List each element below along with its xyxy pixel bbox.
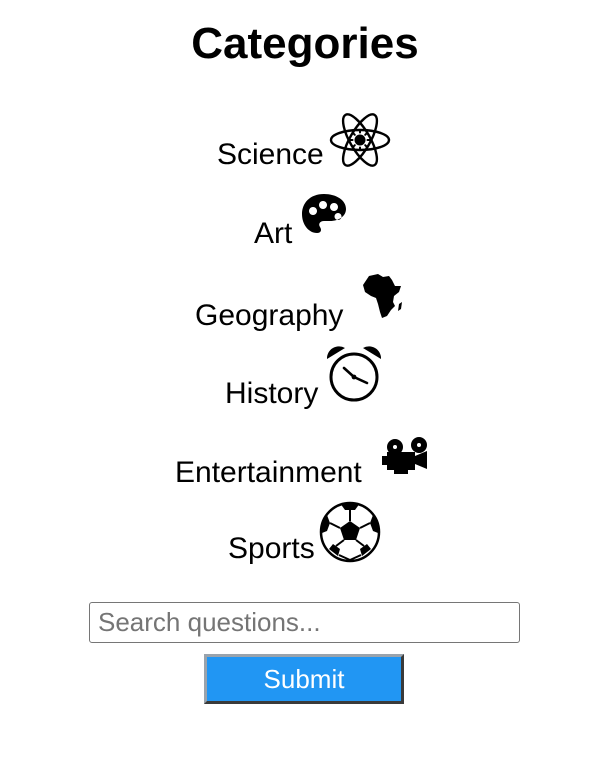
category-label: Art	[254, 217, 293, 250]
page-title: Categories	[191, 19, 419, 68]
africa-icon	[363, 274, 402, 318]
alarm-clock-icon	[326, 346, 382, 402]
submit-button[interactable]: Submit	[204, 654, 404, 704]
page: Categories Science Art Geography History…	[0, 0, 610, 778]
category-label: Geography	[195, 299, 344, 332]
category-label: History	[225, 377, 319, 410]
category-label: Entertainment	[175, 456, 362, 489]
category-geography[interactable]: Geography	[195, 272, 407, 334]
category-label: Science	[217, 138, 324, 171]
atom-icon	[329, 113, 391, 167]
soccer-ball-icon	[319, 501, 381, 563]
search-input[interactable]	[89, 602, 520, 643]
category-art[interactable]: Art	[254, 192, 350, 252]
category-history[interactable]: History	[225, 344, 387, 412]
category-entertainment[interactable]: Entertainment	[175, 436, 433, 492]
category-label: Sports	[228, 532, 315, 565]
category-sports[interactable]: Sports	[228, 500, 384, 566]
category-science[interactable]: Science	[217, 110, 392, 174]
film-projector-icon	[382, 437, 427, 474]
palette-icon	[302, 194, 346, 233]
